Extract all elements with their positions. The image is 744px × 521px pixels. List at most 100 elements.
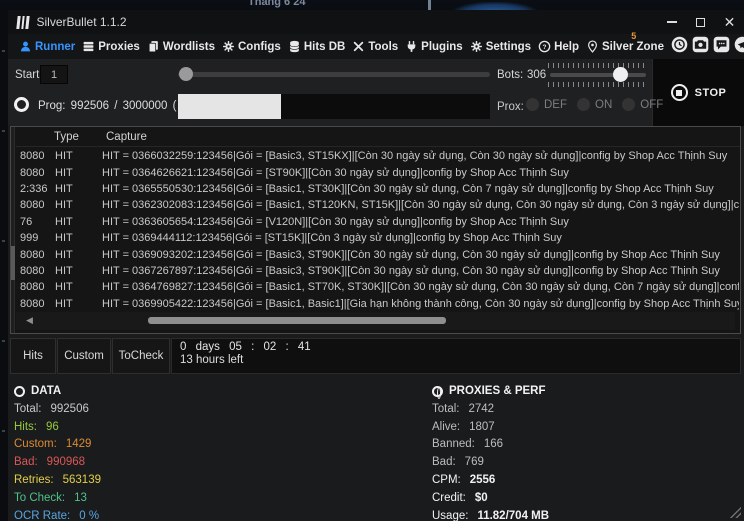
start-slider[interactable]	[178, 67, 490, 81]
maximize-button[interactable]	[686, 10, 715, 34]
tab-hits[interactable]: Hits	[10, 338, 56, 374]
cell-capture: HIT = 0369093202:123456|Gói = [Basic3, S…	[102, 248, 720, 261]
vertical-scrollbar[interactable]	[11, 127, 15, 333]
stat-value: 1807	[469, 420, 495, 433]
telegram-icon	[734, 36, 744, 58]
stop-button[interactable]: STOP	[652, 59, 744, 126]
proxies-stats-section: PROXIES & PERF Total: 2742 Alive: 1807 Banne…	[432, 382, 549, 521]
help-circle-icon: ?	[538, 40, 551, 53]
camera-icon	[692, 36, 709, 58]
stats-panel: DATA Total: 992506 Hits: 96 Custom: 1429 Bad: 9…	[8, 378, 744, 521]
stop-icon	[670, 84, 688, 101]
menu-item-help[interactable]: ? Help	[538, 40, 579, 53]
history-button[interactable]	[671, 36, 688, 58]
wordlists-pages-icon	[147, 40, 160, 53]
menu-item-proxies[interactable]: Proxies	[82, 40, 140, 53]
cell-capture: HIT = 0367267897:123456|Gói = [Basic3, S…	[102, 264, 720, 277]
menu-item-label: Tools	[368, 40, 399, 53]
menu-item-runner[interactable]: Runner	[19, 40, 75, 53]
chat-button[interactable]	[713, 36, 730, 58]
prox-option-on[interactable]: ON	[577, 98, 612, 111]
svg-text:?: ?	[543, 44, 547, 51]
menu-item-label: Hits DB	[303, 40, 346, 53]
prox-option-def[interactable]: DEF	[526, 98, 567, 111]
menu-bar: Runner Proxies Wordlists Configs Hits DB Tool…	[8, 31, 744, 59]
table-row[interactable]: 2:336 HIT HIT = 0365550530:123456|Gói = [B…	[16, 181, 739, 197]
proxies-globe-icon	[432, 385, 443, 399]
menu-item-settings[interactable]: Settings	[470, 40, 531, 53]
stat-row-credit-: Credit: $0	[432, 489, 549, 507]
stat-label: Total:	[14, 402, 42, 415]
stat-row-cpm-: CPM: 2556	[432, 471, 549, 489]
table-row[interactable]: 8080 HIT HIT = 0367267897:123456|Gói = [Ba…	[16, 263, 739, 279]
table-row[interactable]: 999 HIT HIT = 0369444112:123456|Gói = [ST1…	[16, 230, 739, 246]
menu-item-hits-db[interactable]: Hits DB	[288, 40, 346, 53]
telegram-button[interactable]	[734, 36, 744, 58]
table-row[interactable]: 8080 HIT HIT = 0369905422:123456|Gói = [Ba…	[16, 296, 739, 312]
stat-row-to-check-: To Check: 13	[14, 489, 101, 507]
cell-type: HIT	[55, 248, 73, 261]
cell-proxy: 8080	[20, 150, 45, 163]
desktop-calendar-text: Tháng 6 24	[248, 0, 306, 8]
stat-value: 992506	[50, 402, 89, 415]
cell-type: HIT	[55, 182, 73, 195]
menu-item-configs[interactable]: Configs	[222, 40, 281, 53]
stat-label: Hits:	[14, 420, 37, 433]
stat-label: OCR Rate:	[14, 509, 71, 521]
stat-value: 1429	[65, 438, 92, 451]
column-header-type[interactable]: Type	[54, 131, 79, 143]
bots-ruler-ticks	[548, 63, 648, 68]
menu-item-silver-zone[interactable]: 5 Silver Zone	[586, 31, 664, 53]
screenshot-root: Tháng 6 24 SilverBullet 1.1.2 ✕ Runner Pr…	[0, 0, 744, 521]
stat-row-bad-: Bad: 769	[432, 453, 549, 471]
menu-item-wordlists[interactable]: Wordlists	[147, 40, 215, 53]
start-slider-handle[interactable]	[179, 67, 193, 81]
bots-slider[interactable]	[550, 67, 646, 82]
tab-tocheck[interactable]: ToCheck	[112, 338, 170, 374]
vertical-scrollbar-thumb[interactable]	[11, 246, 15, 281]
runner-person-icon	[19, 40, 32, 53]
configs-gear-icon	[222, 40, 235, 53]
table-row[interactable]: 8080 HIT HIT = 0362302083:123456|Gói = [Ba…	[16, 197, 739, 213]
menu-item-label: Plugins	[421, 40, 463, 53]
stat-label: Retries:	[14, 474, 54, 487]
stat-value: 769	[464, 456, 484, 469]
cell-type: HIT	[55, 232, 73, 245]
horizontal-scrollbar[interactable]: ◀	[16, 312, 735, 330]
chat-icon	[713, 36, 730, 58]
table-row[interactable]: 76 HIT HIT = 0363605654:123456|Gói = [V120…	[16, 214, 739, 230]
proxies-servers-icon	[82, 40, 95, 53]
horizontal-scrollbar-thumb[interactable]	[148, 317, 446, 324]
table-row[interactable]: 8080 HIT HIT = 0364626621:123456|Gói = [ST…	[16, 164, 739, 180]
start-input[interactable]	[40, 65, 68, 84]
maximize-icon	[696, 17, 705, 27]
stat-value: 13	[74, 491, 87, 504]
table-row[interactable]: 8080 HIT HIT = 0366032259:123456|Gói = [Ba…	[16, 148, 739, 164]
stat-value: 563139	[62, 474, 101, 487]
cell-proxy: 8080	[20, 166, 45, 179]
menu-item-tools[interactable]: Tools	[352, 40, 398, 53]
silver-zone-pin-icon	[586, 40, 599, 53]
cell-capture: HIT = 0364769827:123456|Gói = [Basic1, S…	[102, 281, 739, 294]
stat-row-total-: Total: 2742	[432, 400, 549, 418]
stat-label: Custom:	[14, 438, 57, 451]
table-row[interactable]: 8080 HIT HIT = 0369093202:123456|Gói = [Ba…	[16, 246, 739, 262]
proxies-stats-header: PROXIES & PERF	[432, 382, 549, 400]
prox-option-off[interactable]: OFF	[622, 98, 663, 111]
column-header-capture[interactable]: Capture	[106, 131, 147, 143]
stat-row-bad-: Bad: 990968	[14, 453, 101, 471]
stat-row-retries-: Retries: 563139	[14, 471, 101, 489]
menu-item-label: Wordlists	[162, 40, 215, 53]
minimize-button[interactable]	[657, 10, 686, 34]
scroll-left-arrow-icon[interactable]: ◀	[26, 315, 33, 326]
data-stats-rows: Total: 992506 Hits: 96 Custom: 1429 Bad: 990968…	[14, 400, 101, 521]
menu-item-plugins[interactable]: Plugins	[405, 40, 463, 53]
data-stats-title: DATA	[31, 385, 62, 397]
close-button[interactable]: ✕	[715, 10, 744, 34]
camera-button[interactable]	[692, 36, 709, 58]
tab-custom[interactable]: Custom	[57, 338, 111, 374]
data-ring-icon	[14, 385, 25, 397]
stat-label: CPM:	[432, 474, 461, 487]
table-row[interactable]: 8080 HIT HIT = 0364769827:123456|Gói = [Ba…	[16, 279, 739, 295]
bots-slider-handle[interactable]	[613, 67, 629, 82]
